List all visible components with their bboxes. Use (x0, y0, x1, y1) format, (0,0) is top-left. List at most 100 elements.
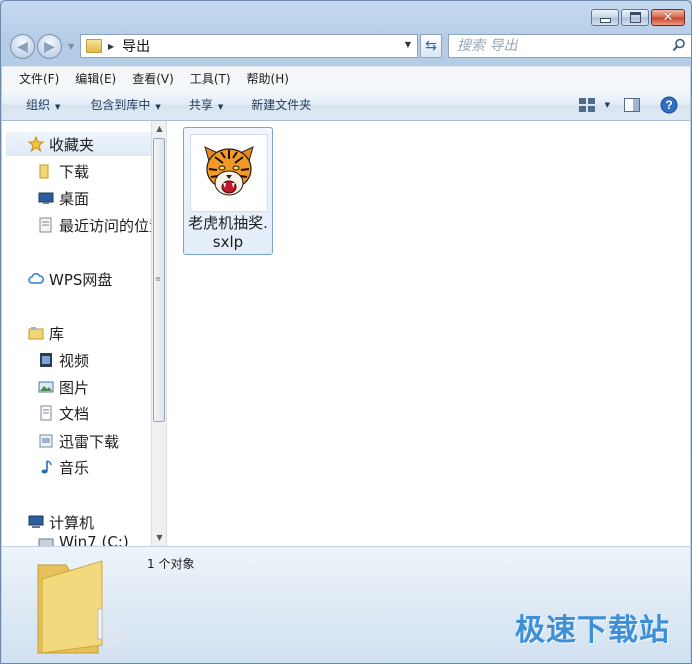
breadcrumb-chevron-icon[interactable]: ▶ (108, 42, 114, 51)
share-button[interactable]: 共享 ▼ (173, 96, 235, 113)
caption-buttons: ✕ (591, 9, 685, 26)
music-icon (38, 459, 54, 475)
nav-videos[interactable]: 视频 (38, 348, 89, 372)
chevron-down-icon: ▼ (155, 103, 161, 111)
svg-text:?: ? (665, 98, 672, 112)
file-name[interactable]: 老虎机抽奖.sxlp (184, 214, 272, 252)
nav-favorites[interactable]: 收藏夹 (6, 132, 151, 156)
maximize-icon (629, 12, 641, 23)
organize-label: 组织 (26, 98, 51, 112)
nav-downloads-label: 下载 (59, 162, 90, 181)
view-grid-icon (578, 97, 595, 112)
new-folder-label: 新建文件夹 (251, 98, 312, 112)
nav-libraries-label: 库 (49, 324, 65, 343)
new-folder-button[interactable]: 新建文件夹 (235, 96, 323, 113)
folder-large-icon (37, 560, 128, 654)
menu-edit[interactable]: 编辑(E) (67, 70, 124, 87)
chevron-down-icon: ▼ (217, 103, 224, 111)
navigation-pane: 收藏夹 下载 桌面 最近访问的位置 WPS网盘 库 (2, 121, 151, 546)
address-bar[interactable]: ▶ 导出 ▼ (80, 34, 418, 58)
explorer-window: ✕ ◀ ▶ ▼ ▶ 导出 ▼ ⇆ 文件(F) 编辑(E) 查看(V) 工具(T)… (0, 0, 692, 664)
help-icon[interactable]: ? (660, 96, 678, 114)
nav-thunder[interactable]: 迅雷下载 (38, 429, 119, 453)
view-controls: ▼ ? (578, 89, 690, 120)
nav-libraries[interactable]: 库 (28, 321, 64, 345)
search-box[interactable] (448, 34, 691, 58)
menu-bar: 文件(F) 编辑(E) 查看(V) 工具(T) 帮助(H) (2, 66, 690, 89)
nav-scrollbar[interactable]: ▲ ≡ ▼ (151, 121, 167, 546)
back-arrow-icon: ◀ (17, 38, 28, 55)
recent-pages-dropdown[interactable]: ▼ (68, 42, 74, 51)
nav-thunder-label: 迅雷下载 (59, 432, 120, 451)
nav-favorites-label: 收藏夹 (49, 135, 95, 154)
cloud-icon (28, 271, 44, 287)
nav-music[interactable]: 音乐 (38, 455, 89, 479)
nav-pictures[interactable]: 图片 (38, 375, 89, 399)
search-icon[interactable] (672, 38, 686, 52)
nav-wps-label: WPS网盘 (49, 270, 113, 289)
file-item[interactable]: 老虎机抽奖.sxlp (183, 127, 273, 255)
watermark-text: 极速下载站 (515, 613, 670, 648)
organize-button[interactable]: 组织 ▼ (2, 96, 72, 113)
scroll-up-icon[interactable]: ▲ (152, 121, 167, 137)
nav-drive-label: Win7 (C:) (59, 535, 129, 546)
maximize-button[interactable] (621, 9, 649, 26)
nav-downloads[interactable]: 下载 (38, 159, 89, 183)
forward-button[interactable]: ▶ (37, 34, 62, 59)
chevron-down-icon: ▼ (55, 103, 61, 111)
close-button[interactable]: ✕ (651, 9, 685, 26)
refresh-button[interactable]: ⇆ (420, 34, 442, 58)
navigation-row: ◀ ▶ ▼ ▶ 导出 ▼ ⇆ (10, 34, 691, 60)
library-icon (28, 325, 44, 341)
address-dropdown-icon[interactable]: ▼ (405, 40, 411, 49)
breadcrumb-current[interactable]: 导出 (122, 36, 150, 56)
nav-desktop[interactable]: 桌面 (38, 186, 89, 210)
star-icon (27, 135, 45, 153)
nav-documents-label: 文档 (59, 404, 90, 423)
command-bar: 组织 ▼ 包含到库中 ▼ 共享 ▼ 新建文件夹 ▼ ? (2, 89, 690, 121)
desktop-icon (38, 190, 54, 206)
nav-music-label: 音乐 (59, 458, 90, 477)
share-label: 共享 (188, 98, 213, 112)
back-button[interactable]: ◀ (10, 34, 35, 59)
document-icon (38, 405, 54, 421)
include-library-label: 包含到库中 (90, 98, 151, 112)
minimize-icon (599, 18, 611, 23)
content-area: 收藏夹 下载 桌面 最近访问的位置 WPS网盘 库 (2, 121, 690, 546)
nav-wps[interactable]: WPS网盘 (28, 267, 112, 291)
nav-drive-c[interactable]: Win7 (C:) (38, 535, 129, 546)
nav-recent-label: 最近访问的位置 (59, 216, 151, 235)
include-library-button[interactable]: 包含到库中 ▼ (72, 96, 172, 113)
nav-videos-label: 视频 (59, 351, 90, 370)
menu-file[interactable]: 文件(F) (11, 70, 67, 87)
change-view-button[interactable]: ▼ (578, 97, 610, 112)
scroll-grip-icon: ≡ (155, 275, 161, 283)
nav-documents[interactable]: 文档 (38, 401, 89, 425)
scroll-down-icon[interactable]: ▼ (152, 530, 167, 546)
computer-icon (28, 514, 44, 530)
file-thumbnail (190, 134, 268, 212)
nav-pictures-label: 图片 (59, 378, 90, 397)
download-folder-icon (38, 433, 54, 449)
minimize-button[interactable] (591, 9, 619, 26)
nav-computer[interactable]: 计算机 (28, 510, 94, 534)
menu-tools[interactable]: 工具(T) (182, 70, 239, 87)
recent-places-icon (38, 217, 54, 233)
chevron-down-icon: ▼ (604, 100, 610, 109)
nav-computer-label: 计算机 (49, 513, 95, 532)
tiger-icon (204, 146, 254, 196)
close-icon: ✕ (662, 10, 674, 25)
folder-icon (86, 39, 102, 53)
preview-pane-icon[interactable] (624, 97, 640, 112)
video-icon (38, 352, 54, 368)
refresh-icon: ⇆ (425, 38, 437, 54)
menu-view[interactable]: 查看(V) (124, 70, 182, 87)
nav-desktop-label: 桌面 (59, 189, 90, 208)
menu-help[interactable]: 帮助(H) (239, 70, 297, 87)
item-count: 1 个对象 (147, 557, 195, 571)
folder-icon (38, 163, 54, 179)
search-input[interactable] (457, 37, 657, 55)
nav-recent[interactable]: 最近访问的位置 (38, 213, 151, 237)
file-list[interactable]: 老虎机抽奖.sxlp (167, 121, 690, 546)
forward-arrow-icon: ▶ (44, 38, 55, 55)
